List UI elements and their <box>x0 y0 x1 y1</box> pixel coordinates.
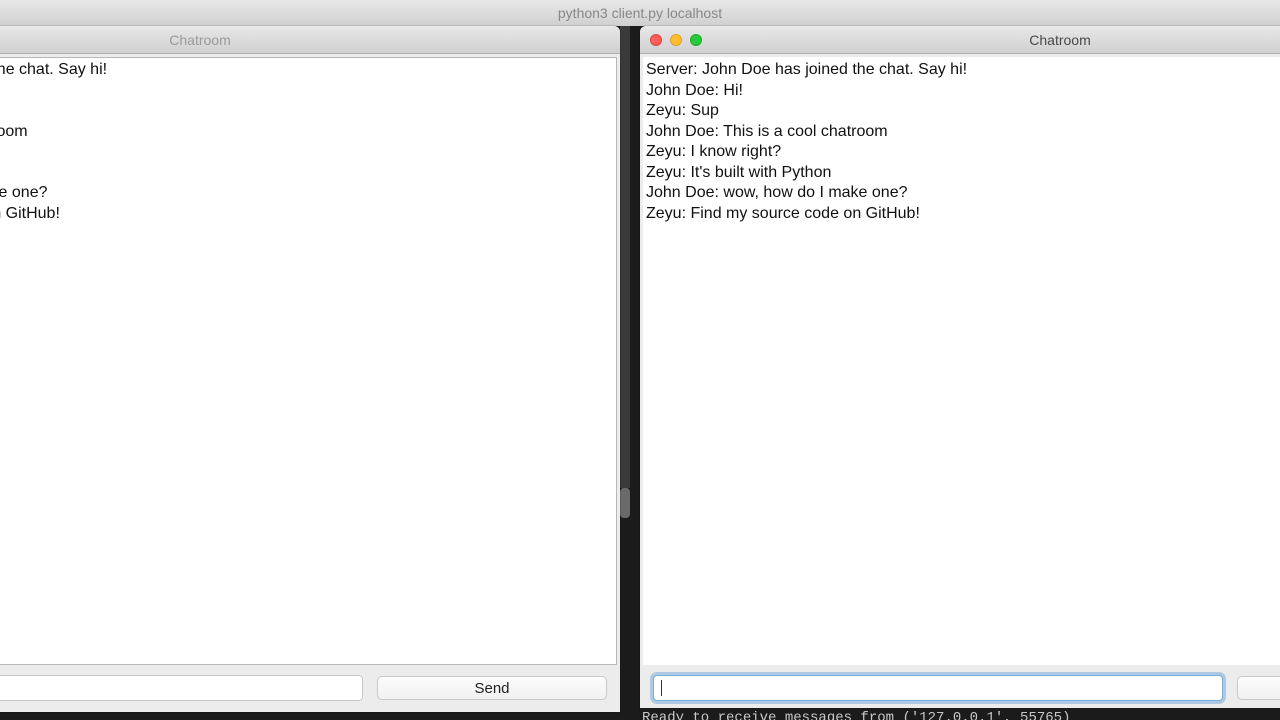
terminal-title: python3 client.py localhost <box>558 5 722 21</box>
text-caret <box>661 680 662 696</box>
traffic-lights-right <box>640 34 702 46</box>
terminal-line: Ready to receive messages from ('127.0.0… <box>642 710 1070 720</box>
message-input-right[interactable] <box>653 675 1223 701</box>
send-button-left[interactable]: Send <box>377 676 607 700</box>
content-left: Server: John Doe has joined the chat. Sa… <box>0 54 620 712</box>
titlebar-left[interactable]: Chatroom <box>0 26 620 54</box>
terminal-titlebar: python3 client.py localhost <box>0 0 1280 26</box>
chatroom-window-left: Chatroom Server: John Doe has joined the… <box>0 26 620 712</box>
chat-log-right[interactable]: Server: John Doe has joined the chat. Sa… <box>643 57 1280 665</box>
message-input-left[interactable] <box>0 675 363 701</box>
chat-log-left[interactable]: Server: John Doe has joined the chat. Sa… <box>0 57 617 665</box>
window-gap <box>620 26 640 720</box>
input-row-right: Send <box>643 671 1280 709</box>
window-title-left: Chatroom <box>0 32 620 48</box>
maximize-icon[interactable] <box>690 34 702 46</box>
chatroom-window-right: Chatroom Server: John Doe has joined the… <box>640 26 1280 712</box>
input-row-left: Send <box>0 671 617 709</box>
minimize-icon[interactable] <box>670 34 682 46</box>
window-title-right: Chatroom <box>640 32 1280 48</box>
close-icon[interactable] <box>650 34 662 46</box>
titlebar-right[interactable]: Chatroom <box>640 26 1280 54</box>
terminal-output: Ready to receive messages from ('127.0.0… <box>640 708 1280 720</box>
send-button-right[interactable]: Send <box>1237 676 1280 700</box>
content-right: Server: John Doe has joined the chat. Sa… <box>640 54 1280 712</box>
